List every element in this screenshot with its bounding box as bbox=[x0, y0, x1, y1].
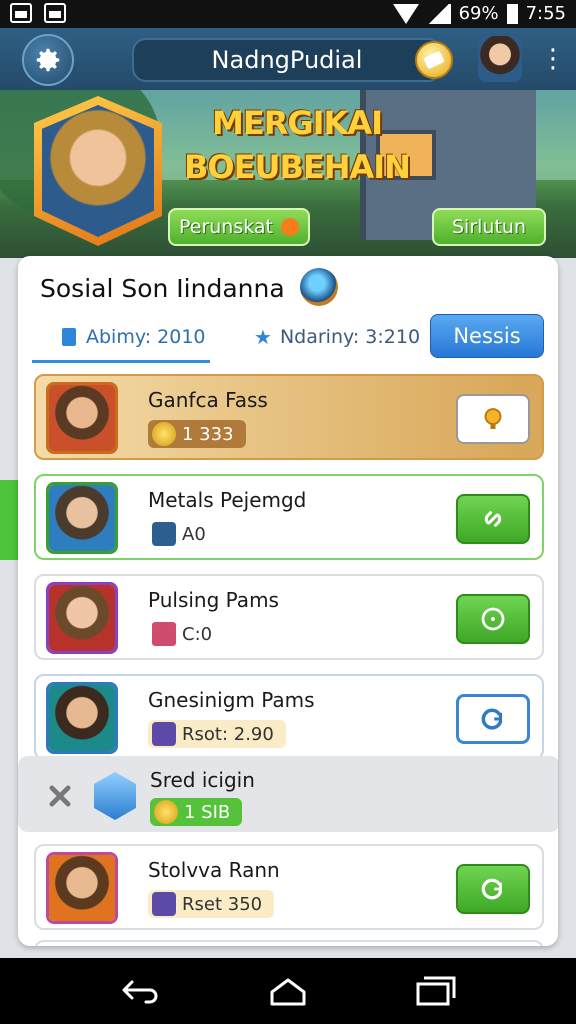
back-icon[interactable] bbox=[118, 974, 162, 1008]
banner-right-button[interactable]: Sirlutun bbox=[432, 208, 546, 246]
star-icon: ★ bbox=[254, 325, 272, 349]
list-item-name: Ganfca Fass bbox=[148, 388, 268, 412]
refresh-icon bbox=[481, 708, 503, 730]
wifi-icon bbox=[392, 3, 419, 24]
gold-coin-icon bbox=[154, 800, 178, 824]
list-item-name: Metals Pejemgd bbox=[148, 488, 307, 512]
list-item-name: Gnesinigm Pams bbox=[148, 688, 315, 712]
image-notification-icon bbox=[44, 3, 66, 23]
promo-banner: MERGIKAI BOEUBEHAIN Perunskat Sirlutun bbox=[0, 90, 576, 258]
list-item-value: 1 SIB bbox=[150, 798, 243, 826]
list-item[interactable]: Ganfca Fass 1 333 bbox=[34, 374, 544, 460]
list-item-value: A0 bbox=[148, 520, 218, 548]
list-item[interactable]: Sred icigin 1 SIB bbox=[18, 756, 558, 832]
cube-icon bbox=[94, 772, 136, 820]
emote-button[interactable] bbox=[456, 594, 530, 644]
character-badge-icon bbox=[152, 722, 176, 746]
list-item[interactable] bbox=[34, 940, 544, 946]
banner-title-line1: MERGIKAI bbox=[212, 104, 383, 142]
list-item-value: C:0 bbox=[148, 620, 224, 648]
banner-left-button-label: Perunskat bbox=[178, 216, 274, 238]
gear-icon bbox=[36, 48, 60, 72]
lightbulb-icon bbox=[484, 408, 502, 429]
refresh-button[interactable] bbox=[456, 694, 530, 744]
battery-percent: 69% bbox=[458, 3, 499, 24]
list-item-value-text: Rsot: 2.90 bbox=[182, 723, 274, 745]
banner-left-button[interactable]: Perunskat bbox=[168, 208, 310, 246]
list-item-name: Pulsing Pams bbox=[148, 588, 279, 612]
banner-title: MERGIKAI BOEUBEHAIN bbox=[172, 104, 422, 186]
coin-shop-icon[interactable] bbox=[415, 41, 453, 79]
banner-title-line2: BOEUBEHAIN bbox=[184, 148, 411, 186]
refresh-icon bbox=[481, 878, 503, 900]
avatar bbox=[46, 382, 118, 454]
list-item-value-text: 1 333 bbox=[182, 423, 234, 445]
swap-button[interactable] bbox=[456, 494, 530, 544]
tab-ndariny[interactable]: ★ Ndariny: 3:210 bbox=[254, 314, 420, 360]
refresh-button[interactable] bbox=[456, 864, 530, 914]
tab-bar: Abimy: 2010 ★ Ndariny: 3:210 Nessis bbox=[18, 314, 558, 363]
tab-abimy-label: Abimy: 2010 bbox=[86, 326, 206, 348]
settings-button[interactable] bbox=[22, 34, 74, 86]
character-badge-icon bbox=[152, 892, 176, 916]
app-title: NadngPudial bbox=[132, 38, 442, 82]
avatar bbox=[46, 852, 118, 924]
list-item[interactable]: Metals Pejemgd A0 bbox=[34, 474, 544, 560]
smile-icon bbox=[481, 607, 505, 631]
hero-portrait bbox=[34, 96, 162, 246]
link-icon bbox=[484, 511, 502, 527]
list-item-name: Sred icigin bbox=[150, 768, 255, 792]
list-item-value-text: C:0 bbox=[182, 623, 213, 645]
navigation-bar bbox=[0, 958, 576, 1024]
background-green-edge bbox=[0, 480, 18, 560]
sword-icon bbox=[152, 522, 176, 546]
list-item-value-text: 1 SIB bbox=[184, 801, 231, 823]
home-icon[interactable] bbox=[266, 974, 310, 1008]
list-item[interactable]: Stolvva Rann Rset 350 bbox=[34, 844, 544, 930]
clock: 7:55 bbox=[525, 3, 566, 24]
list-item-name: Stolvva Rann bbox=[148, 858, 280, 882]
status-bar: 69% 7:55 bbox=[0, 0, 576, 28]
gold-coin-icon bbox=[152, 422, 176, 446]
close-icon[interactable] bbox=[46, 782, 74, 810]
hero-portrait-image bbox=[42, 105, 154, 237]
avatar bbox=[46, 482, 118, 554]
banner-right-button-label: Sirlutun bbox=[451, 216, 526, 238]
tab-ndariny-label: Ndariny: 3:210 bbox=[279, 326, 421, 348]
tab-abimy[interactable]: Abimy: 2010 bbox=[32, 314, 210, 363]
list-item-value: Rset 350 bbox=[148, 890, 275, 918]
more-options-icon[interactable]: ⋮ bbox=[540, 44, 566, 74]
nessis-button[interactable]: Nessis bbox=[430, 314, 544, 358]
recent-apps-icon[interactable] bbox=[412, 974, 456, 1008]
fruit-icon bbox=[281, 218, 300, 236]
gallery-notification-icon bbox=[10, 3, 32, 23]
avatar bbox=[46, 682, 118, 754]
battery-icon bbox=[506, 3, 518, 24]
list-item-value-text: A0 bbox=[182, 523, 206, 545]
avatar bbox=[46, 582, 118, 654]
document-icon bbox=[62, 328, 76, 346]
emblem-icon bbox=[300, 268, 338, 306]
profile-avatar[interactable] bbox=[478, 36, 522, 82]
signal-icon bbox=[426, 3, 451, 24]
list-item-value: Rsot: 2.90 bbox=[148, 720, 286, 748]
social-panel: Sosial Son Iindanna Abimy: 2010 ★ Ndarin… bbox=[18, 256, 558, 946]
list-item[interactable]: Gnesinigm Pams Rsot: 2.90 bbox=[34, 674, 544, 760]
list-item-value: 1 333 bbox=[148, 420, 246, 448]
hint-button[interactable] bbox=[456, 394, 530, 444]
ribbon-icon bbox=[152, 622, 176, 646]
panel-title: Sosial Son Iindanna bbox=[40, 274, 285, 303]
list-item-value-text: Rset 350 bbox=[182, 893, 263, 915]
list-item[interactable]: Pulsing Pams C:0 bbox=[34, 574, 544, 660]
app-bar: NadngPudial ⋮ bbox=[0, 28, 576, 90]
